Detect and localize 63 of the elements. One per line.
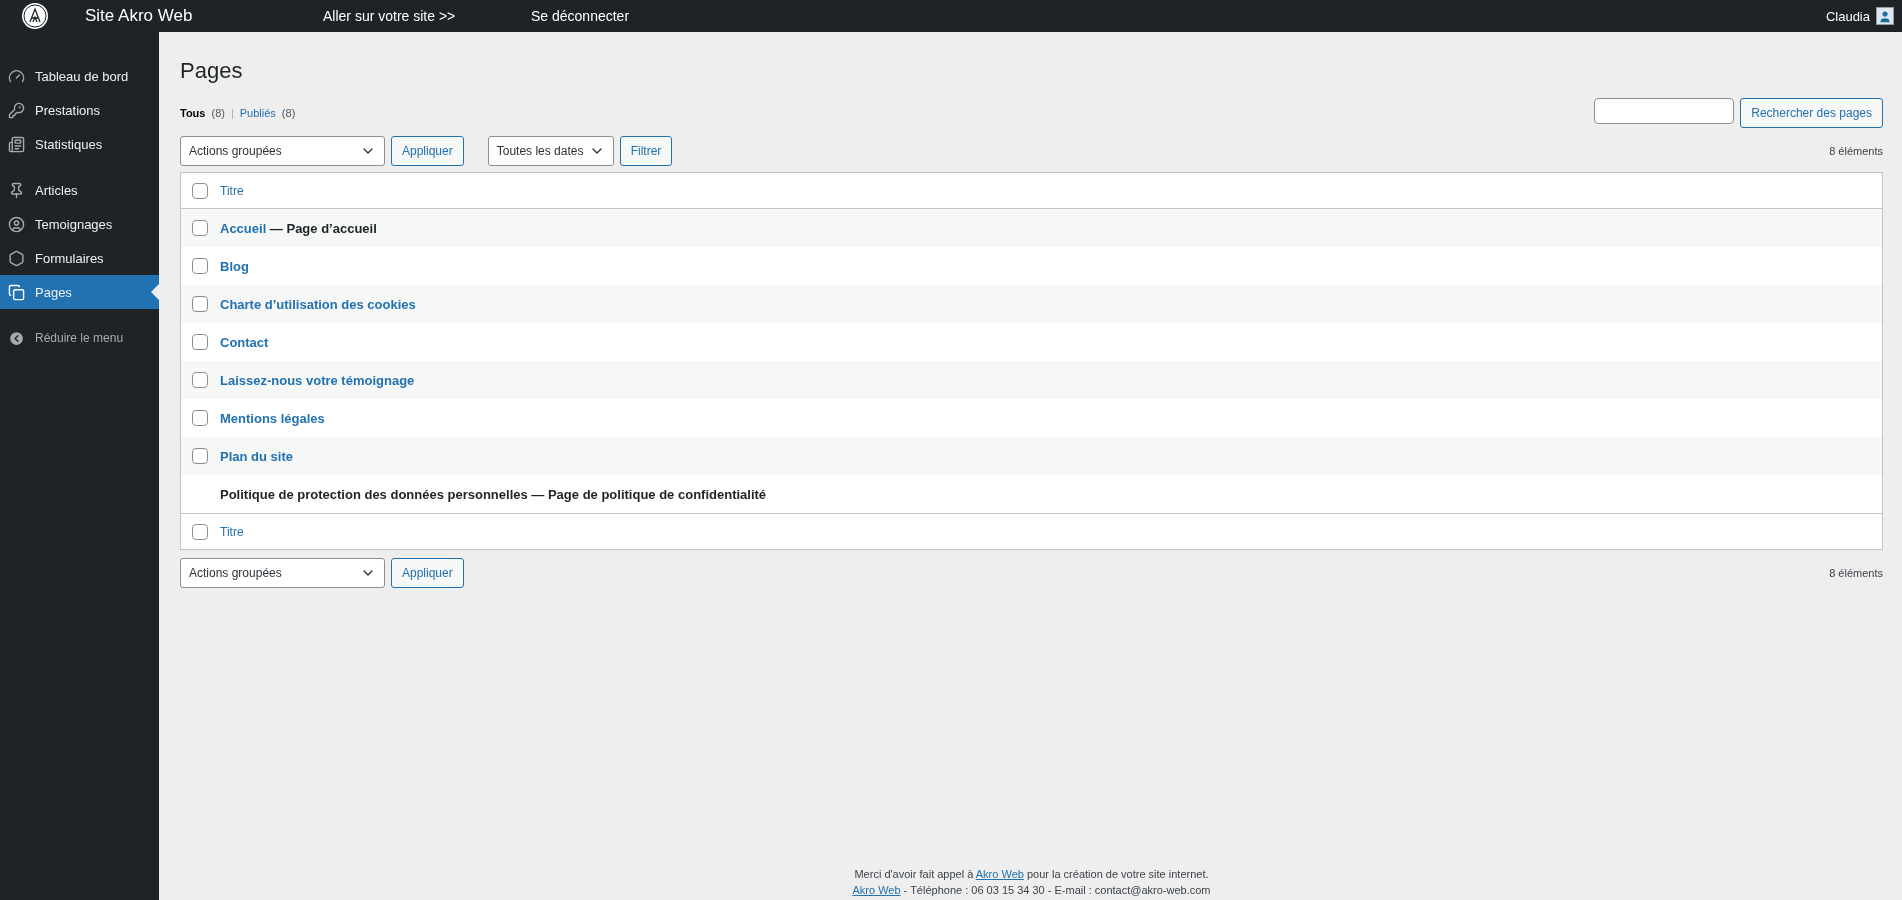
item-count: 8 éléments xyxy=(1829,567,1883,579)
view-separator: | xyxy=(230,107,234,119)
select-all-checkbox[interactable] xyxy=(192,523,208,540)
footer-text: Akro Web - Téléphone : 06 03 15 34 30 - E-mail : contact@akro-web.com xyxy=(852,884,1211,896)
pin-icon xyxy=(8,181,25,199)
page-title-link[interactable]: Plan du site xyxy=(220,448,293,464)
select-all-checkbox[interactable] xyxy=(192,182,208,199)
title-column-header[interactable]: Titre xyxy=(220,183,244,198)
row-checkbox[interactable] xyxy=(192,334,208,350)
row-checkbox[interactable] xyxy=(192,372,208,388)
sidebar-item[interactable]: Pages xyxy=(0,275,159,309)
sidebar-item[interactable]: Articles xyxy=(0,173,159,207)
row-checkbox[interactable] xyxy=(192,258,208,274)
gauge-icon xyxy=(8,67,25,85)
item-count: 8 éléments xyxy=(1829,145,1883,157)
page-title-link[interactable]: Contact xyxy=(220,334,269,350)
key-icon xyxy=(8,101,25,119)
site-title: Site Akro Web xyxy=(85,6,194,26)
title-column-header[interactable]: Titre xyxy=(220,524,244,539)
page-title-link[interactable]: Charte d’utilisation des cookies xyxy=(220,296,416,312)
avatar-icon[interactable] xyxy=(1876,7,1894,25)
collapse-menu-button[interactable]: Réduire le menu xyxy=(0,321,130,355)
row-checkbox[interactable] xyxy=(192,220,208,236)
collapse-icon xyxy=(8,329,25,347)
page-title-text: Politique de protection des données personnelles — Page de politique de confidentialité xyxy=(220,486,767,502)
pages-icon xyxy=(8,283,25,301)
view-count: (8) xyxy=(281,107,296,119)
view-count: (8) xyxy=(211,107,225,119)
apply-button[interactable]: Appliquer xyxy=(391,558,464,588)
view-filter-link[interactable]: Tous xyxy=(180,107,206,119)
date-filter-select[interactable]: Toutes les dates xyxy=(487,136,614,166)
page-title-link[interactable]: Accueil xyxy=(220,220,267,236)
user-name[interactable]: Claudia xyxy=(1825,8,1870,24)
sidebar-item[interactable]: Tableau de bord xyxy=(0,59,159,93)
card-icon xyxy=(8,135,25,153)
page-state-label: — Page d’accueil xyxy=(268,220,377,236)
row-checkbox[interactable] xyxy=(192,448,208,464)
sidebar-item[interactable]: Statistiques xyxy=(0,127,159,161)
current-item-pointer xyxy=(151,284,159,300)
page-title-link[interactable]: Laissez-nous votre témoignage xyxy=(220,372,415,388)
sidebar-item[interactable]: Prestations xyxy=(0,93,159,127)
view-filter-link[interactable]: Publiés xyxy=(239,107,276,119)
bulk-actions-select[interactable]: Actions groupées xyxy=(180,558,385,588)
user-circle-icon xyxy=(8,215,25,233)
bulk-actions-select[interactable]: Actions groupées xyxy=(180,136,385,166)
sidebar-item[interactable]: Formulaires xyxy=(0,241,159,275)
footer-text: Merci d'avoir fait appel à Akro Web pour la création de votre site internet. xyxy=(854,868,1209,880)
filter-button[interactable]: Filtrer xyxy=(619,136,673,166)
row-checkbox[interactable] xyxy=(192,410,208,426)
apply-button[interactable]: Appliquer xyxy=(391,136,464,166)
search-button[interactable]: Rechercher des pages xyxy=(1740,98,1883,128)
page-title-link[interactable]: Mentions légales xyxy=(220,410,325,426)
footer-link[interactable]: Akro Web xyxy=(852,884,901,896)
row-checkbox[interactable] xyxy=(192,296,208,312)
top-link[interactable]: Se déconnecter xyxy=(531,8,691,24)
logo-icon[interactable] xyxy=(21,2,49,30)
page-title-link[interactable]: Blog xyxy=(220,258,249,274)
search-field[interactable] xyxy=(1594,98,1735,124)
top-link[interactable]: Aller sur votre site >> xyxy=(323,8,483,24)
hexagon-icon xyxy=(8,249,25,267)
sidebar-item[interactable]: Temoignages xyxy=(0,207,159,241)
footer-link[interactable]: Akro Web xyxy=(975,868,1024,880)
page-title: Pages xyxy=(180,58,244,84)
